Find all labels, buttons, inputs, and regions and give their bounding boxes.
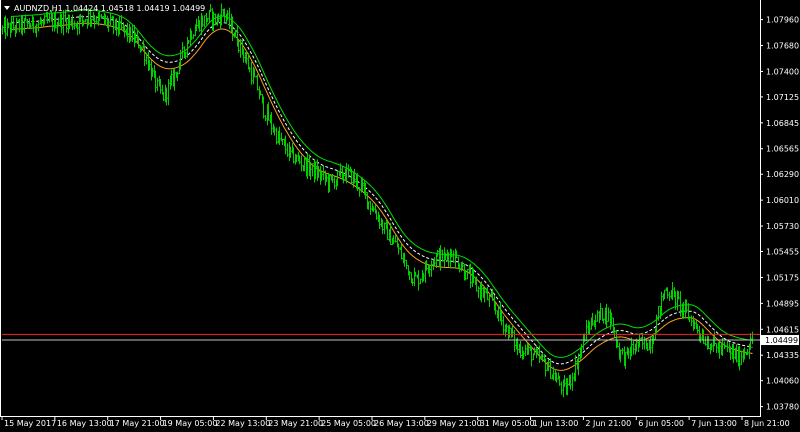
symbol-header[interactable]: AUDNZD,H1 1.04424 1.04518 1.04419 1.0449… — [4, 4, 205, 13]
price-chart[interactable]: 1.07960 1.07680 1.07400 1.07125 1.06845 1.065… — [0, 0, 800, 432]
y-tick-label: 1.04895 — [766, 299, 799, 308]
y-tick-label: 1.05730 — [766, 222, 799, 231]
x-tick-label: 23 May 21:00 — [268, 419, 323, 428]
y-tick-label: 1.04335 — [766, 351, 799, 360]
chart-background — [0, 0, 800, 432]
y-tick-label: 1.06845 — [766, 119, 799, 128]
x-tick-label: 29 May 21:00 — [427, 419, 482, 428]
x-tick-label: 17 May 21:00 — [110, 419, 165, 428]
x-tick-label: 31 May 05:00 — [480, 419, 535, 428]
y-tick-label: 1.06010 — [766, 196, 799, 205]
y-tick-label: 1.05175 — [766, 273, 799, 282]
y-tick-label: 1.07125 — [766, 93, 799, 102]
x-tick-label: 6 Jun 05:00 — [638, 419, 684, 428]
x-tick-label: 25 May 05:00 — [321, 419, 376, 428]
y-tick-label: 1.05455 — [766, 248, 799, 257]
x-tick-label: 7 Jun 13:00 — [691, 419, 737, 428]
y-tick-label: 1.07680 — [766, 42, 799, 51]
y-tick-label: 1.04615 — [766, 325, 799, 334]
y-tick-label: 1.06290 — [766, 170, 799, 179]
x-tick-label: 22 May 13:00 — [215, 419, 270, 428]
x-tick-label: 26 May 13:00 — [374, 419, 429, 428]
symbol-ohlc-text: AUDNZD,H1 1.04424 1.04518 1.04419 1.0449… — [14, 4, 205, 13]
current-price-label: 1.04499 — [765, 336, 798, 345]
y-tick-label: 1.07400 — [766, 67, 799, 76]
x-tick-label: 19 May 05:00 — [163, 419, 218, 428]
y-tick-label: 1.03780 — [766, 403, 799, 412]
y-tick-label: 1.06565 — [766, 145, 799, 154]
x-tick-label: 8 Jun 21:00 — [744, 419, 790, 428]
y-tick-label: 1.04060 — [766, 377, 799, 386]
x-tick-label: 16 May 13:00 — [57, 419, 112, 428]
x-tick-label: 2 Jun 21:00 — [585, 419, 631, 428]
y-tick-label: 1.07960 — [766, 16, 799, 25]
x-tick-label: 15 May 2017 — [4, 419, 56, 428]
chart-window[interactable]: 1.07960 1.07680 1.07400 1.07125 1.06845 1.065… — [0, 0, 800, 432]
x-tick-label: 1 Jun 13:00 — [533, 419, 579, 428]
